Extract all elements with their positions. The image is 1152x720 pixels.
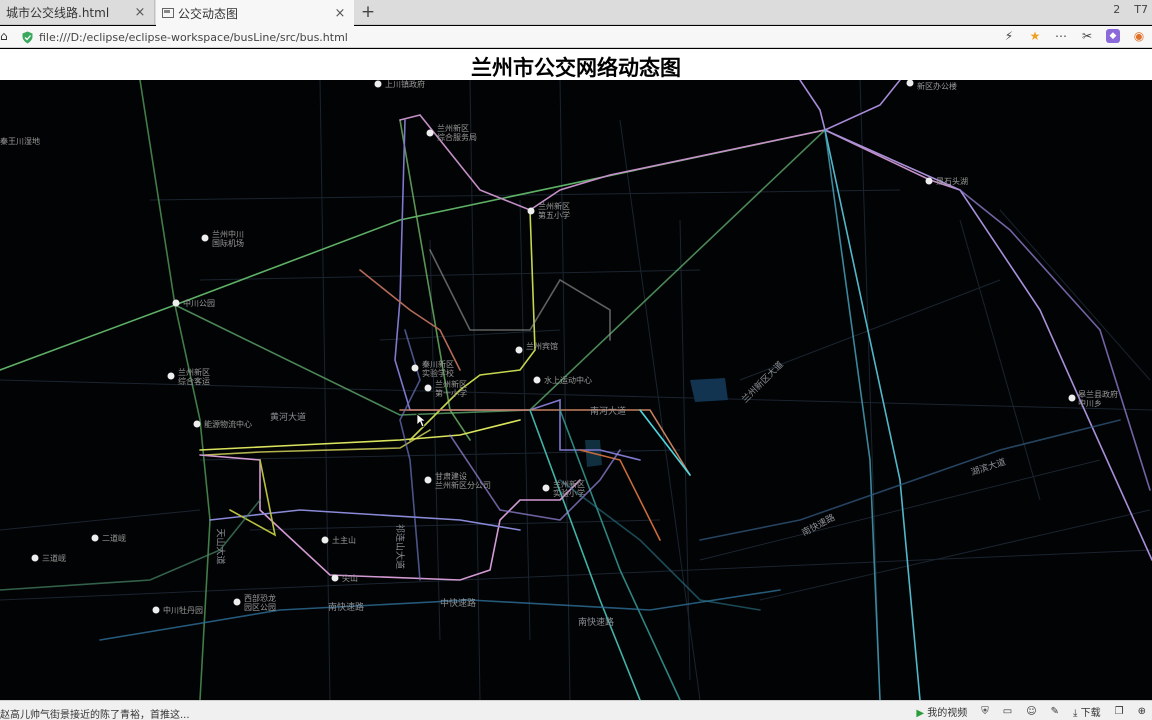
star-icon[interactable]: ★ <box>1028 29 1042 43</box>
download-label: 下载 <box>1080 708 1101 719</box>
badge-icon[interactable]: 2 <box>1113 3 1120 16</box>
poi-label: 兰州新区 综合客运 <box>178 368 210 386</box>
poi-label: 黑石头湖 <box>936 177 968 186</box>
brush-icon[interactable]: ✎ <box>1051 706 1059 717</box>
status-right-icons: ▶ 我的视频 ⛨ ▭ ☺ ✎ ⤓ 下载 ❐ ⊕ <box>916 704 1146 719</box>
face-icon[interactable]: ☺ <box>1026 706 1036 717</box>
close-icon[interactable]: × <box>332 6 348 21</box>
poi-label: 新区办公楼 <box>917 82 957 91</box>
poi-label: 秦川新区 实验学校 <box>422 360 454 378</box>
page-title: 兰州市公交网络动态图 <box>471 56 681 80</box>
my-video-button[interactable]: ▶ 我的视频 <box>916 704 967 719</box>
badge-icon[interactable]: T7 <box>1134 3 1148 16</box>
extension-icon[interactable]: ◆ <box>1106 29 1120 43</box>
close-icon[interactable]: × <box>132 5 148 20</box>
road-label: 南河大道 <box>590 407 627 417</box>
download-button[interactable]: ⤓ 下载 <box>1073 704 1101 719</box>
poi-label: 皋兰县政府 中川乡 <box>1078 390 1118 408</box>
zoom-icon[interactable]: ⊕ <box>1138 706 1146 717</box>
toolbar-icons: ⚡ ★ ⋯ ✂ ◆ ◉ <box>1002 29 1146 43</box>
screen-icon[interactable]: ▭ <box>1003 706 1012 717</box>
poi-label: 中川公园 <box>183 299 215 308</box>
poi-label: 兰州宾馆 <box>526 342 558 351</box>
lake-shape <box>690 378 728 402</box>
road-label: 中快速路 <box>440 599 477 609</box>
poi-label: 尖山 <box>342 574 358 583</box>
poi-label: 兰州中川 国际机场 <box>212 230 244 248</box>
poi-label: 土主山 <box>332 536 356 545</box>
status-bar: 赵高儿帅气街景接近的陈了青裕，首推这... ▶ 我的视频 ⛨ ▭ ☺ ✎ ⤓ 下… <box>0 700 1152 720</box>
poi-label: 能源物流中心 <box>204 420 252 429</box>
tab-bus-routes[interactable]: 城市公交线路.html × <box>0 0 155 25</box>
url-text: file:///D:/eclipse/eclipse-workspace/bus… <box>39 30 348 44</box>
road-label: 南快速路 <box>578 618 615 628</box>
poi-label: 二道岘 <box>102 534 126 543</box>
road-label: 祁连山大道 <box>394 523 405 570</box>
my-video-label: 我的视频 <box>927 708 968 719</box>
scissors-icon[interactable]: ✂ <box>1080 29 1094 43</box>
cursor-icon <box>416 413 426 428</box>
more-icon[interactable]: ⋯ <box>1054 29 1068 43</box>
road-label: 南快速路 <box>328 603 365 613</box>
home-icon[interactable]: ⌂ <box>0 29 12 45</box>
new-tab-button[interactable]: + <box>357 1 379 23</box>
bus-network-map[interactable]: 兰州新区 综合服务局 兰州新区 第五小学 兰州中川 国际机场 中川公园 兰州新区 综合客… <box>0 80 1152 700</box>
shield-icon[interactable]: ⛨ <box>981 706 989 717</box>
tab-title: 城市公交线路.html <box>6 6 110 20</box>
poi-label: 兰州新区 综合服务局 <box>437 124 477 142</box>
poi-label: 三道岘 <box>42 554 66 563</box>
status-news-ticker[interactable]: 赵高儿帅气街景接近的陈了青裕，首推这... <box>0 706 190 720</box>
poi-label: 中川牡丹园 <box>163 606 203 615</box>
poi-label: 兰州新区 实验小学 <box>553 480 585 498</box>
road-label: 黄河大道 <box>270 413 307 423</box>
address-bar: ⌂ file:///D:/eclipse/eclipse-workspace/b… <box>0 26 1152 48</box>
page-header: 兰州市公交网络动态图 <box>0 49 1152 80</box>
poi-label: 水上运动中心 <box>544 376 592 385</box>
poi-label: 西部恐龙 园区公园 <box>244 594 276 612</box>
play-icon: ▶ <box>916 708 925 719</box>
url-field[interactable]: file:///D:/eclipse/eclipse-workspace/bus… <box>22 27 1012 47</box>
download-icon: ⤓ <box>1073 708 1078 719</box>
poi-label: 上川镇政府 <box>385 80 425 89</box>
poi-label: 秦王川湿地 <box>0 137 40 146</box>
window-icon[interactable]: ❐ <box>1115 706 1124 717</box>
browser-tab-strip: 城市公交线路.html × 公交动态图 × + 2 T7 <box>0 0 1152 26</box>
shield-icon <box>22 31 33 43</box>
poi-label: 兰州新区 第一小学 <box>435 380 467 398</box>
tab-strip-right: 2 T7 <box>1113 3 1148 16</box>
road-label: 天山大道 <box>214 528 225 565</box>
tab-title: 公交动态图 <box>178 6 239 21</box>
game-icon[interactable]: ◉ <box>1132 29 1146 43</box>
lightning-icon[interactable]: ⚡ <box>1002 29 1016 43</box>
poi-label: 甘肃建设 兰州新区分公司 <box>435 472 491 490</box>
poi-label: 兰州新区 第五小学 <box>538 202 570 220</box>
page-icon <box>162 8 174 18</box>
tab-bus-dynamic[interactable]: 公交动态图 × <box>156 0 354 26</box>
